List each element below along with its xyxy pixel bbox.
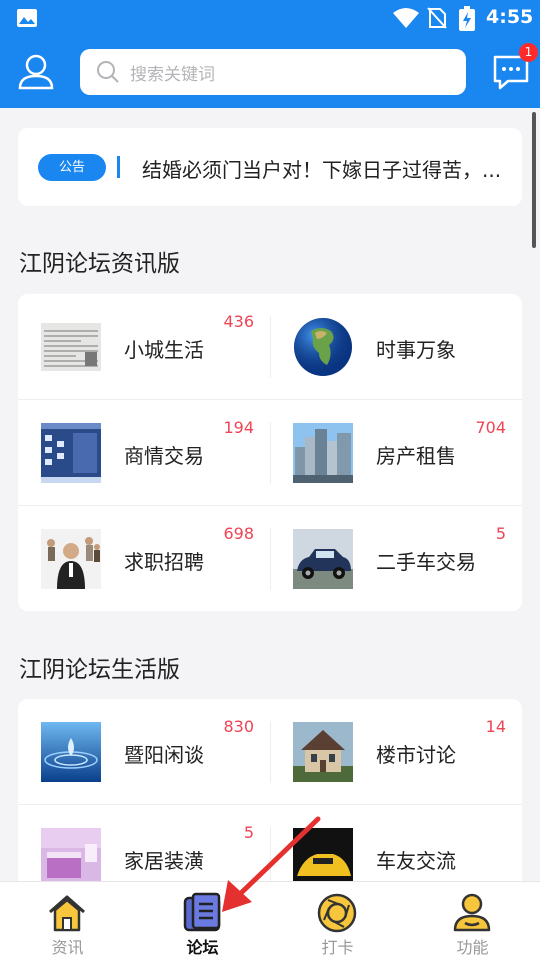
home-icon <box>49 895 85 932</box>
tab-forum[interactable]: 论坛 <box>135 882 270 960</box>
bottom-tab-bar: 资讯 论坛 打卡 功能 <box>0 881 540 960</box>
tab-label: 打卡 <box>321 938 354 957</box>
wifi-icon <box>393 8 419 28</box>
search-input[interactable]: 搜索关键词 <box>80 49 466 95</box>
battery-charging-icon <box>459 6 475 31</box>
forum-book-icon <box>183 892 221 932</box>
newspaper-thumb <box>41 317 101 377</box>
message-badge: 1 <box>519 43 538 62</box>
divider <box>117 156 120 178</box>
board-count: 5 <box>495 524 506 543</box>
house-thumb <box>293 722 353 782</box>
board-name: 家居装潢 <box>124 849 204 873</box>
board-name: 商情交易 <box>124 444 204 468</box>
board-row: 暨阳闲谈 830 楼市讨论 14 <box>18 699 522 805</box>
board-row: 小城生活 436 时事万象 <box>18 294 522 400</box>
app-header: 4:55 搜索关键词 1 <box>0 0 540 108</box>
board-row: 商情交易 194 房产租售 704 <box>18 399 522 505</box>
tab-label: 功能 <box>456 938 489 957</box>
tab-functions[interactable]: 功能 <box>405 882 540 960</box>
board-name: 车友交流 <box>376 849 456 873</box>
board-grid-life: 暨阳闲谈 830 楼市讨论 14 家居装潢 5 车友交流 <box>18 699 522 899</box>
board-name: 楼市讨论 <box>376 743 456 767</box>
board-count: 5 <box>243 823 254 842</box>
board-name: 小城生活 <box>124 338 204 362</box>
user-profile-icon[interactable] <box>16 52 56 92</box>
board-item[interactable]: 暨阳闲谈 830 <box>18 699 270 805</box>
board-item[interactable]: 房产租售 704 <box>270 400 522 506</box>
board-name: 房产租售 <box>376 444 456 468</box>
no-sim-icon <box>427 7 447 29</box>
board-item[interactable]: 求职招聘 698 <box>18 506 270 611</box>
tab-news[interactable]: 资讯 <box>0 882 135 960</box>
board-name: 时事万象 <box>376 338 456 362</box>
bedroom-thumb <box>41 828 101 888</box>
board-grid-news: 小城生活 436 时事万象 商情交易 194 房产租售 704 求职招聘 698… <box>18 294 522 611</box>
city-buildings-thumb <box>293 423 353 483</box>
board-name: 暨阳闲谈 <box>124 743 204 767</box>
board-row: 求职招聘 698 二手车交易 5 <box>18 505 522 611</box>
status-bar: 4:55 <box>0 0 540 36</box>
board-item[interactable]: 楼市讨论 14 <box>270 699 522 805</box>
section-title-news: 江阴论坛资讯版 <box>19 251 180 277</box>
announcement-text[interactable]: 结婚必须门当户对！下嫁日子过得苦，... <box>142 154 514 183</box>
aperture-icon <box>317 893 357 933</box>
car-thumb <box>293 529 353 589</box>
water-drop-thumb <box>41 722 101 782</box>
section-title-life: 江阴论坛生活版 <box>19 657 180 683</box>
board-item[interactable]: 时事万象 <box>270 294 522 400</box>
board-item[interactable]: 小城生活 436 <box>18 294 270 400</box>
user-function-icon <box>453 893 491 932</box>
board-count: 698 <box>223 524 254 543</box>
announcement-tag: 公告 <box>38 154 106 181</box>
sports-car-thumb <box>293 828 353 888</box>
board-count: 704 <box>475 418 506 437</box>
globe-thumb <box>293 317 353 377</box>
search-icon <box>97 61 119 83</box>
board-name: 求职招聘 <box>124 550 204 574</box>
tab-label: 论坛 <box>186 938 219 957</box>
search-placeholder: 搜索关键词 <box>130 65 215 85</box>
business-people-thumb <box>41 529 101 589</box>
board-count: 194 <box>223 418 254 437</box>
tab-checkin[interactable]: 打卡 <box>270 882 405 960</box>
board-name: 二手车交易 <box>376 550 476 574</box>
board-item[interactable]: 商情交易 194 <box>18 400 270 506</box>
board-count: 436 <box>223 312 254 331</box>
board-item[interactable]: 二手车交易 5 <box>270 506 522 611</box>
gallery-icon <box>17 9 37 27</box>
board-count: 830 <box>223 717 254 736</box>
scrollbar[interactable] <box>532 112 536 248</box>
status-time: 4:55 <box>486 6 534 28</box>
announcement-card[interactable]: 公告 结婚必须门当户对！下嫁日子过得苦，... <box>18 128 522 206</box>
board-count: 14 <box>485 717 506 736</box>
desktop-thumb <box>41 423 101 483</box>
tab-label: 资讯 <box>51 938 84 957</box>
